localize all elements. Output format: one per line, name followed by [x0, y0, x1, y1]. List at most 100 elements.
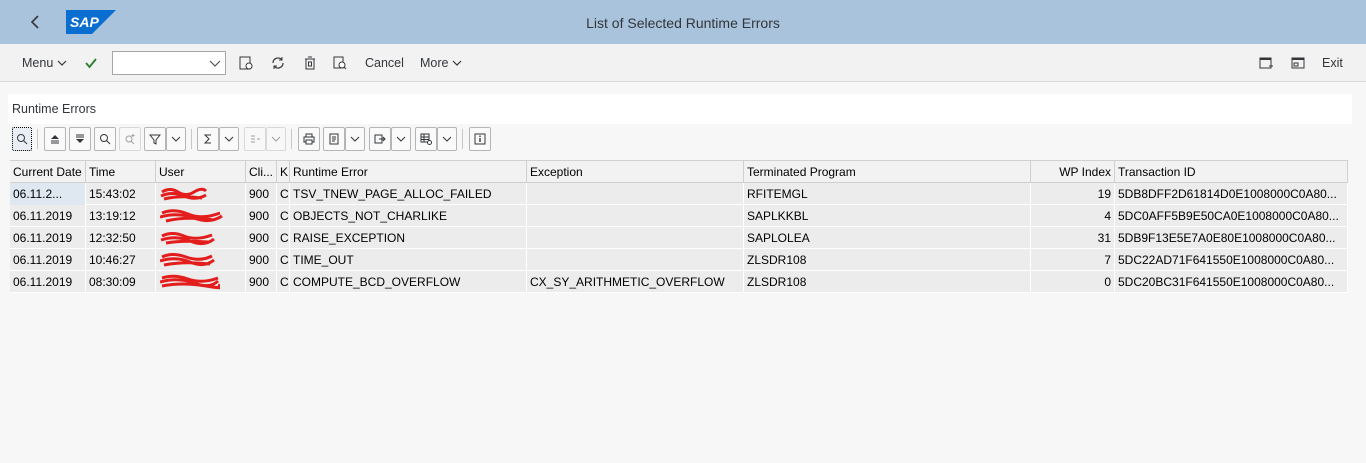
- cell-user-redacted[interactable]: [156, 227, 246, 249]
- column-header-exception[interactable]: Exception: [527, 161, 744, 183]
- find-variant-button[interactable]: [332, 44, 348, 82]
- filter-button[interactable]: [144, 127, 166, 151]
- cell-client[interactable]: 900: [246, 271, 277, 293]
- cell-k[interactable]: C: [277, 183, 290, 205]
- command-input[interactable]: [113, 52, 201, 74]
- cell-date[interactable]: 06.11.2019: [10, 249, 86, 271]
- column-header-runtime-error[interactable]: Runtime Error: [290, 161, 527, 183]
- column-header-user[interactable]: User: [156, 161, 246, 183]
- cell-k[interactable]: C: [277, 271, 290, 293]
- cell-exception[interactable]: [527, 249, 744, 271]
- save-variant-button[interactable]: [238, 44, 254, 82]
- cancel-button[interactable]: Cancel: [365, 44, 404, 82]
- details-button[interactable]: [12, 127, 32, 151]
- redaction-scribble: [160, 232, 215, 246]
- customize-layout-button[interactable]: [1290, 44, 1306, 82]
- layout-menu-button[interactable]: [437, 127, 457, 151]
- cell-wp-index[interactable]: 4: [1031, 205, 1115, 227]
- column-header-client[interactable]: Cli...: [246, 161, 277, 183]
- cell-exception[interactable]: [527, 205, 744, 227]
- cell-terminated-program[interactable]: RFITEMGL: [744, 183, 1031, 205]
- table-row[interactable]: 06.11.2019 12:32:50 900 C RAISE_EXCEPTIO…: [10, 227, 1348, 249]
- cell-user-redacted[interactable]: [156, 249, 246, 271]
- cell-k[interactable]: C: [277, 227, 290, 249]
- cell-runtime-error[interactable]: COMPUTE_BCD_OVERFLOW: [290, 271, 527, 293]
- cell-user-redacted[interactable]: [156, 271, 246, 293]
- total-button[interactable]: [197, 127, 219, 151]
- cell-time[interactable]: 13:19:12: [86, 205, 156, 227]
- table-row[interactable]: 06.11.2019 13:19:12 900 C OBJECTS_NOT_CH…: [10, 205, 1348, 227]
- cell-transaction-id[interactable]: 5DC0AFF5B9E50CA0E1008000C0A80...: [1115, 205, 1348, 227]
- new-window-button[interactable]: [1258, 44, 1274, 82]
- cell-user-redacted[interactable]: [156, 183, 246, 205]
- cell-terminated-program[interactable]: SAPLOLEA: [744, 227, 1031, 249]
- cell-wp-index[interactable]: 0: [1031, 271, 1115, 293]
- cell-exception[interactable]: CX_SY_ARITHMETIC_OVERFLOW: [527, 271, 744, 293]
- layout-button[interactable]: [415, 127, 437, 151]
- command-field[interactable]: [112, 51, 226, 75]
- cell-runtime-error[interactable]: TSV_TNEW_PAGE_ALLOC_FAILED: [290, 183, 527, 205]
- cell-client[interactable]: 900: [246, 205, 277, 227]
- print-preview-button[interactable]: [323, 127, 345, 151]
- subtotal-button[interactable]: [244, 127, 266, 151]
- cell-transaction-id[interactable]: 5DB9F13E5E7A0E80E1008000C0A80...: [1115, 227, 1348, 249]
- sort-ascending-button[interactable]: [44, 127, 66, 151]
- cell-transaction-id[interactable]: 5DC20BC31F641550E1008000C0A80...: [1115, 271, 1348, 293]
- cell-time[interactable]: 12:32:50: [86, 227, 156, 249]
- information-button[interactable]: [469, 127, 491, 151]
- cell-time[interactable]: 15:43:02: [86, 183, 156, 205]
- print-button[interactable]: [298, 127, 320, 151]
- cell-date[interactable]: 06.11.2019: [10, 271, 86, 293]
- cell-terminated-program[interactable]: SAPLKKBL: [744, 205, 1031, 227]
- cell-user-redacted[interactable]: [156, 205, 246, 227]
- more-button[interactable]: More: [420, 44, 463, 82]
- table-row[interactable]: 06.11.2... 15:43:02 900 C TSV_TNEW_PAGE_…: [10, 183, 1348, 205]
- cell-runtime-error[interactable]: TIME_OUT: [290, 249, 527, 271]
- cell-transaction-id[interactable]: 5DC22AD71F641550E1008000C0A80...: [1115, 249, 1348, 271]
- sort-descending-button[interactable]: [69, 127, 91, 151]
- subtotal-menu-button[interactable]: [266, 127, 286, 151]
- dropdown-arrow-icon[interactable]: [207, 55, 223, 71]
- menu-button[interactable]: Menu: [22, 44, 68, 82]
- cell-exception[interactable]: [527, 227, 744, 249]
- cell-date[interactable]: 06.11.2019: [10, 205, 86, 227]
- exit-button[interactable]: Exit: [1322, 44, 1343, 82]
- cell-exception[interactable]: [527, 183, 744, 205]
- cell-wp-index[interactable]: 7: [1031, 249, 1115, 271]
- cell-k[interactable]: C: [277, 249, 290, 271]
- find-button[interactable]: [94, 127, 116, 151]
- cell-k[interactable]: C: [277, 205, 290, 227]
- cell-date[interactable]: 06.11.2...: [10, 183, 86, 205]
- find-next-button[interactable]: [119, 127, 141, 151]
- delete-button[interactable]: [302, 44, 318, 82]
- filter-menu-button[interactable]: [166, 127, 186, 151]
- print-preview-menu-button[interactable]: [345, 127, 365, 151]
- cell-date[interactable]: 06.11.2019: [10, 227, 86, 249]
- table-row[interactable]: 06.11.2019 10:46:27 900 C TIME_OUT ZLSDR…: [10, 249, 1348, 271]
- cell-client[interactable]: 900: [246, 227, 277, 249]
- cell-runtime-error[interactable]: OBJECTS_NOT_CHARLIKE: [290, 205, 527, 227]
- cell-terminated-program[interactable]: ZLSDR108: [744, 271, 1031, 293]
- table-row[interactable]: 06.11.2019 08:30:09 900 C COMPUTE_BCD_OV…: [10, 271, 1348, 293]
- cell-wp-index[interactable]: 31: [1031, 227, 1115, 249]
- cell-terminated-program[interactable]: ZLSDR108: [744, 249, 1031, 271]
- cell-client[interactable]: 900: [246, 249, 277, 271]
- column-header-k[interactable]: K: [277, 161, 290, 183]
- total-menu-button[interactable]: [219, 127, 239, 151]
- enter-button[interactable]: [84, 44, 98, 82]
- column-header-time[interactable]: Time: [86, 161, 156, 183]
- column-header-transaction-id[interactable]: Transaction ID: [1115, 161, 1348, 183]
- cell-transaction-id[interactable]: 5DB8DFF2D61814D0E1008000C0A80...: [1115, 183, 1348, 205]
- cell-runtime-error[interactable]: RAISE_EXCEPTION: [290, 227, 527, 249]
- export-button[interactable]: [369, 127, 391, 151]
- column-header-wp-index[interactable]: WP Index: [1031, 161, 1115, 183]
- cell-client[interactable]: 900: [246, 183, 277, 205]
- cell-time[interactable]: 08:30:09: [86, 271, 156, 293]
- cell-time[interactable]: 10:46:27: [86, 249, 156, 271]
- refresh-button[interactable]: [270, 44, 286, 82]
- column-header-current-date[interactable]: Current Date: [10, 161, 86, 183]
- application-toolbar: Menu Cancel More Exit: [0, 44, 1366, 82]
- column-header-terminated-program[interactable]: Terminated Program: [744, 161, 1031, 183]
- cell-wp-index[interactable]: 19: [1031, 183, 1115, 205]
- export-menu-button[interactable]: [391, 127, 411, 151]
